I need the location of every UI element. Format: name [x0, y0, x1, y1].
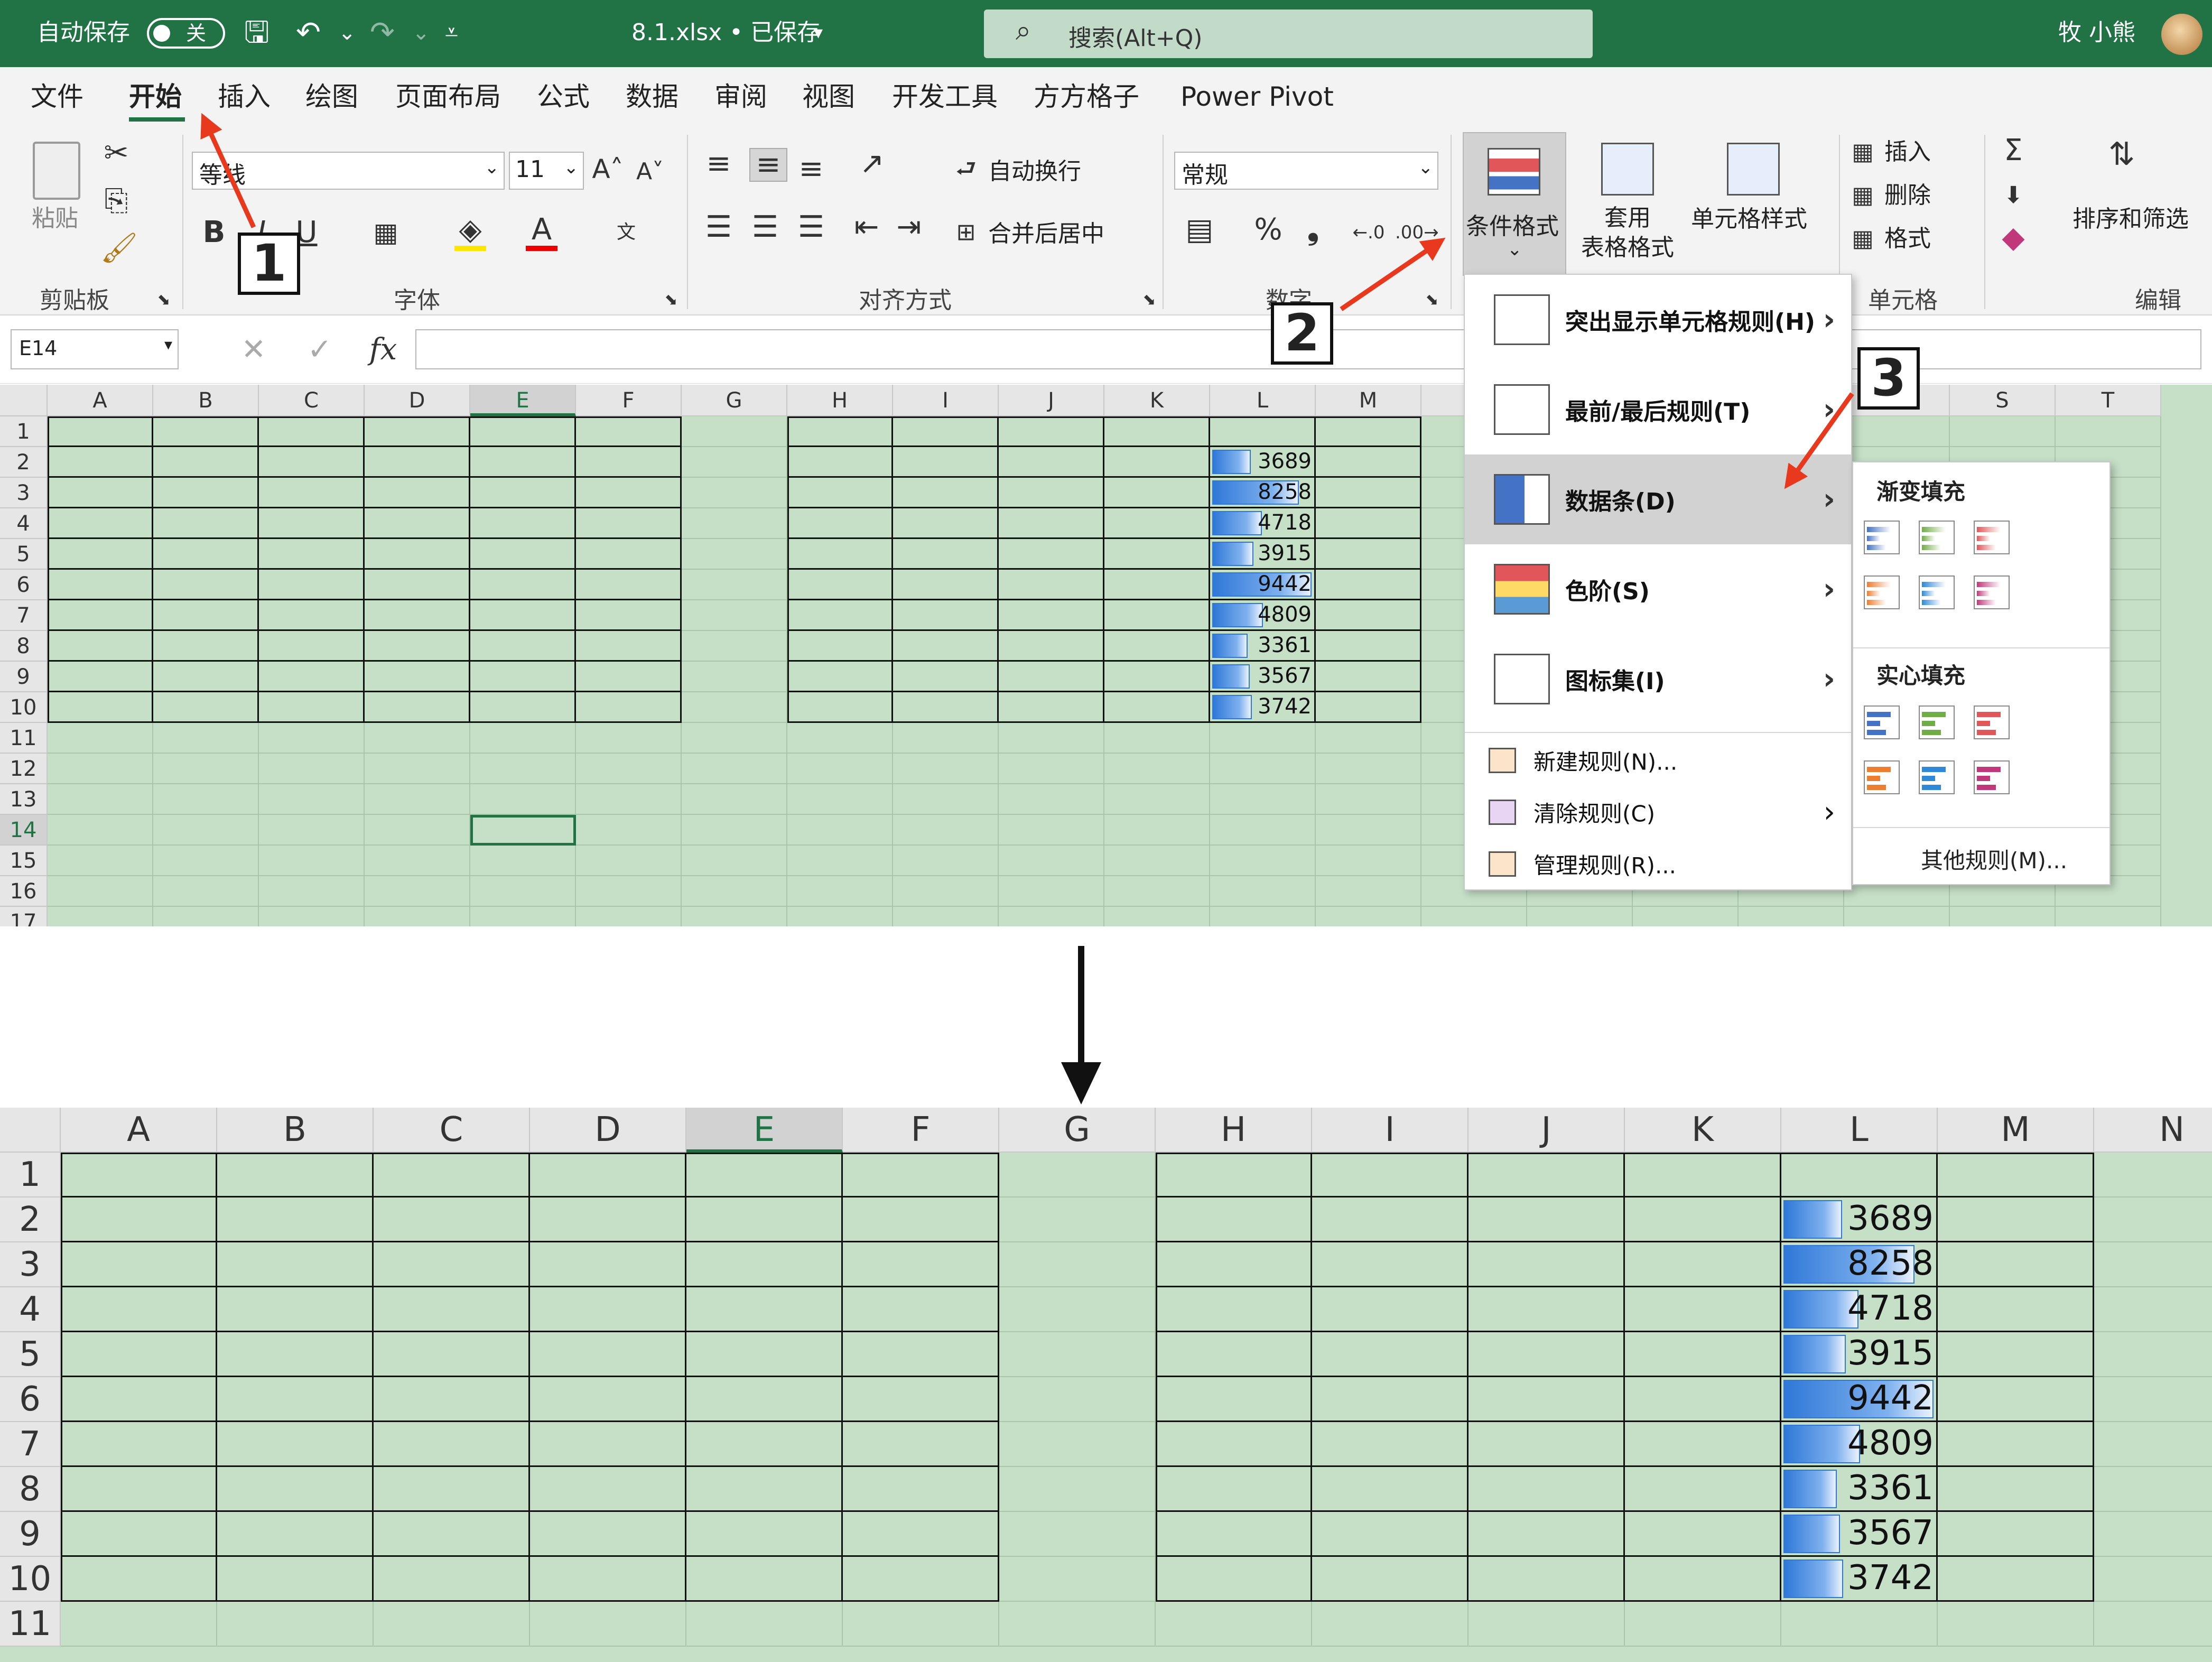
- data-bar-value: 4809: [1258, 602, 1312, 627]
- data-bar-value: 3742: [1258, 694, 1312, 719]
- arrow-to-home-tab: [200, 113, 256, 228]
- arrow-to-conditional-format: [1340, 237, 1446, 311]
- data-bar-value: 3742: [1847, 1558, 1934, 1598]
- data-bar-value: 3567: [1258, 664, 1312, 688]
- data-bar-value: 4809: [1847, 1424, 1934, 1463]
- data-bar-value: 3361: [1258, 633, 1312, 657]
- arrow-to-data-bars: [1784, 392, 1854, 489]
- step-2-callout: 2: [1271, 302, 1333, 365]
- data-bar-value: 3915: [1258, 541, 1312, 565]
- data-bar-value: 8258: [1258, 480, 1312, 504]
- step-3-callout: 3: [1857, 347, 1920, 410]
- data-bar-value: 9442: [1847, 1379, 1934, 1418]
- data-bar-value: 9442: [1258, 572, 1312, 596]
- data-bar-value: 4718: [1258, 510, 1312, 535]
- data-bar-value: 3915: [1847, 1334, 1934, 1373]
- step-1-callout: 1: [238, 233, 300, 295]
- data-bar-value: 8258: [1847, 1244, 1934, 1283]
- data-bar-value: 3689: [1847, 1199, 1934, 1238]
- data-bar-value: 3689: [1258, 449, 1312, 473]
- data-bar-value: 3361: [1847, 1469, 1934, 1508]
- data-bar-value: 4718: [1847, 1289, 1934, 1328]
- data-bar-value: 3567: [1847, 1514, 1934, 1553]
